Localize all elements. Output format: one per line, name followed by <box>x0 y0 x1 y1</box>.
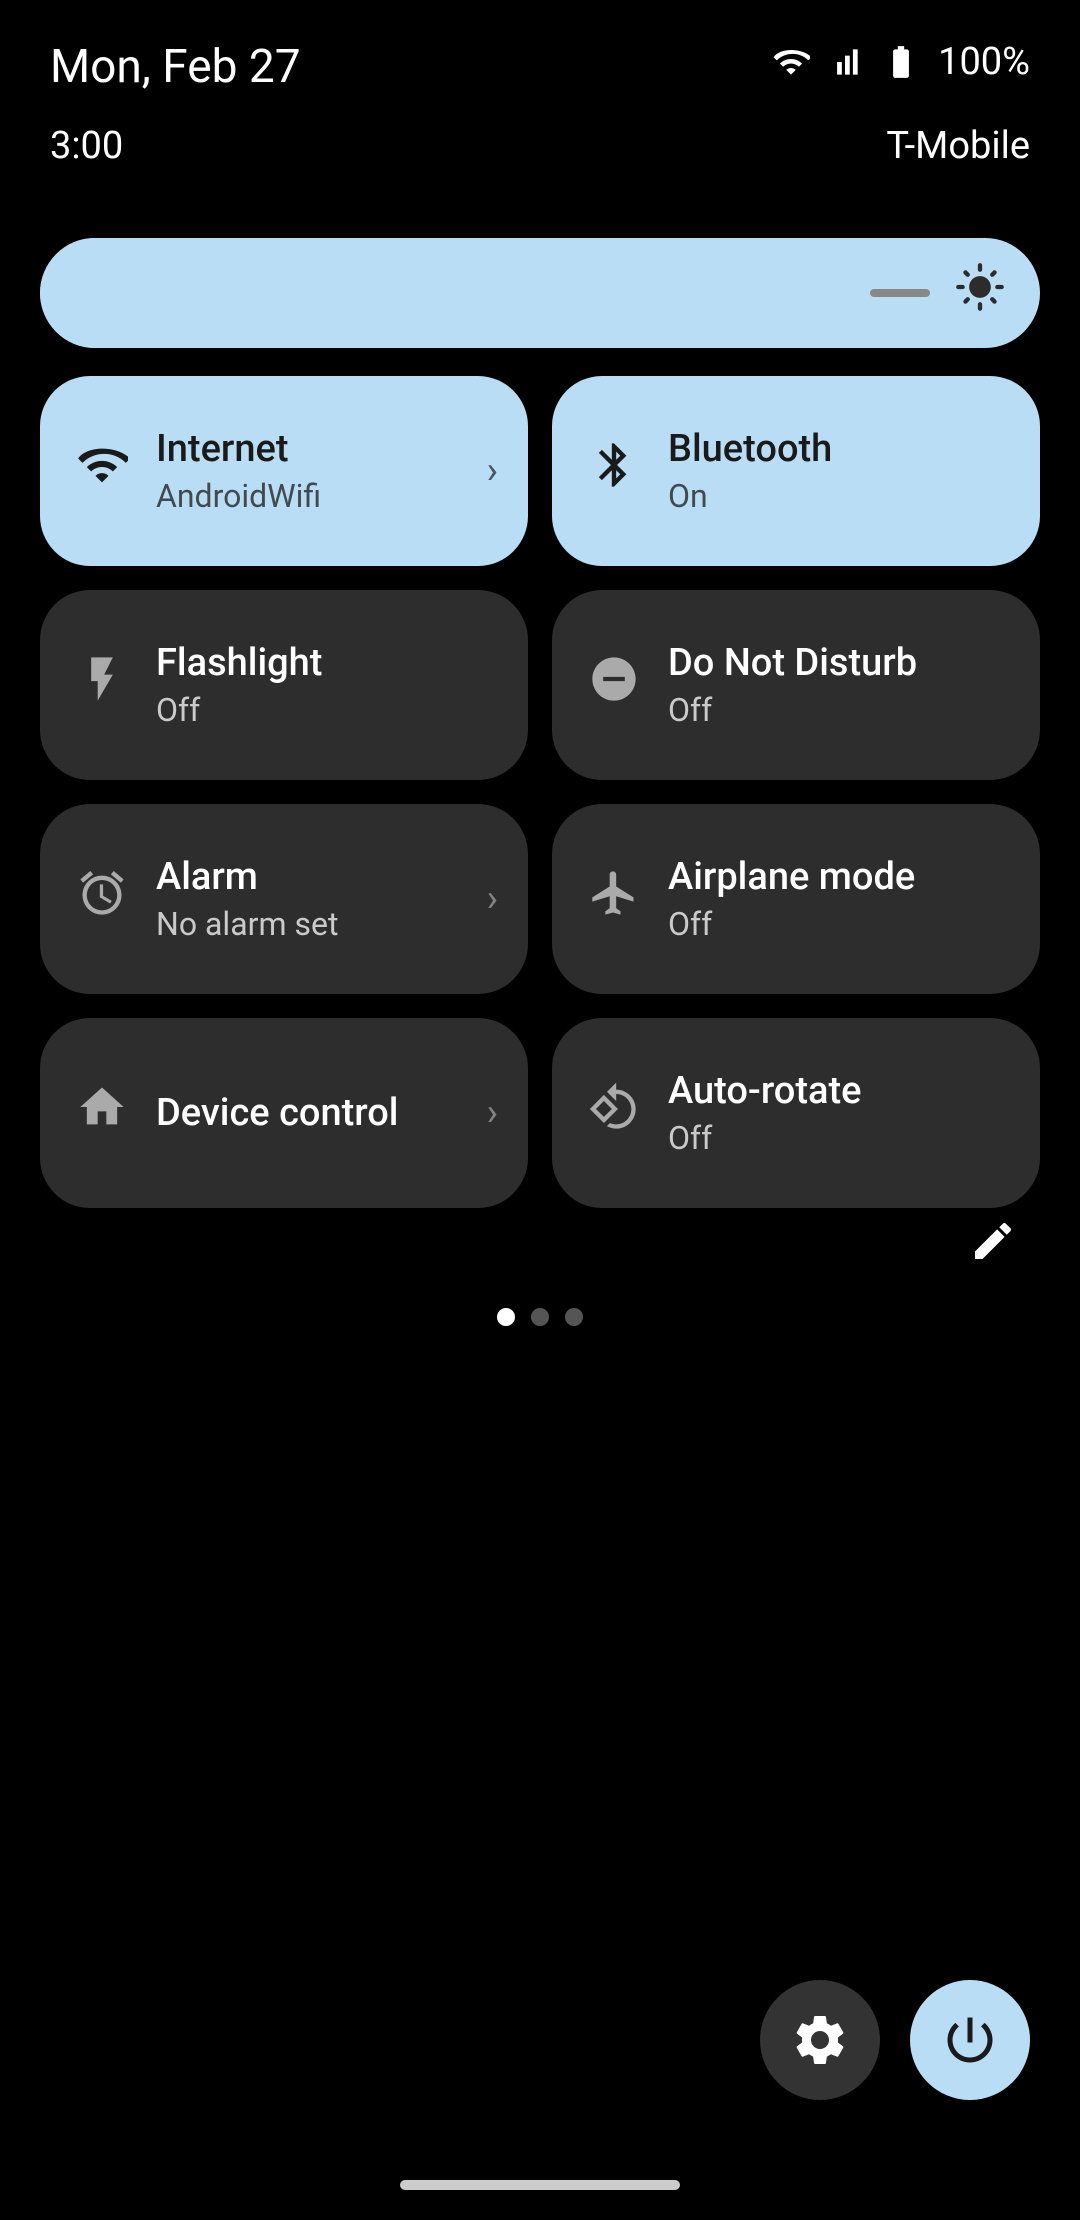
flashlight-title: Flashlight <box>156 641 322 685</box>
home-indicator[interactable] <box>400 2180 680 2190</box>
autorotate-tile[interactable]: Auto-rotate Off <box>552 1018 1040 1208</box>
bluetooth-tile-text: Bluetooth On <box>668 427 832 515</box>
quick-settings-panel: Internet AndroidWifi › Bluetooth On <box>0 238 1080 1326</box>
bluetooth-title: Bluetooth <box>668 427 832 471</box>
wifi-tile-icon <box>76 439 128 504</box>
alarm-tile[interactable]: Alarm No alarm set › <box>40 804 528 994</box>
bottom-buttons <box>760 1980 1030 2100</box>
internet-arrow: › <box>487 449 498 493</box>
dnd-tile-text: Do Not Disturb Off <box>668 641 917 729</box>
alarm-title: Alarm <box>156 855 338 899</box>
flashlight-tile-text: Flashlight Off <box>156 641 322 729</box>
device-tile-icon <box>76 1081 128 1146</box>
battery-icon <box>880 43 922 81</box>
page-dot-2[interactable] <box>531 1308 549 1326</box>
status-icons: 100% <box>772 40 1030 84</box>
device-control-tile[interactable]: Device control › <box>40 1018 528 1208</box>
device-arrow: › <box>487 1091 498 1135</box>
rotate-subtitle: Off <box>668 1119 861 1157</box>
internet-title: Internet <box>156 427 321 471</box>
brightness-track[interactable] <box>870 289 930 297</box>
page-dot-3[interactable] <box>565 1308 583 1326</box>
airplane-tile-text: Airplane mode Off <box>668 855 915 943</box>
tiles-grid: Internet AndroidWifi › Bluetooth On <box>40 376 1040 1208</box>
internet-subtitle: AndroidWifi <box>156 477 321 515</box>
flashlight-tile[interactable]: Flashlight Off <box>40 590 528 780</box>
carrier-name: T-Mobile <box>886 124 1030 168</box>
status-time: 3:00 <box>50 114 173 178</box>
brightness-slider[interactable] <box>40 238 1040 348</box>
bluetooth-tile[interactable]: Bluetooth On <box>552 376 1040 566</box>
airplane-title: Airplane mode <box>668 855 915 899</box>
signal-icon <box>826 43 864 81</box>
dnd-tile-icon <box>588 653 640 718</box>
alarm-tile-text: Alarm No alarm set <box>156 855 338 943</box>
alarm-subtitle: No alarm set <box>156 905 338 943</box>
power-button[interactable] <box>910 1980 1030 2100</box>
time-row: 3:00 T-Mobile <box>0 114 1080 238</box>
alarm-tile-icon <box>76 867 128 932</box>
page-indicators <box>497 1308 583 1326</box>
device-tile-text: Device control <box>156 1091 399 1135</box>
settings-button[interactable] <box>760 1980 880 2100</box>
battery-percentage: 100% <box>938 40 1030 84</box>
edit-button[interactable] <box>956 1204 1030 1278</box>
device-title: Device control <box>156 1091 399 1135</box>
rotate-tile-icon <box>588 1081 640 1146</box>
alarm-arrow: › <box>487 877 498 921</box>
wifi-icon <box>772 43 810 81</box>
internet-tile[interactable]: Internet AndroidWifi › <box>40 376 528 566</box>
dnd-tile[interactable]: Do Not Disturb Off <box>552 590 1040 780</box>
internet-tile-text: Internet AndroidWifi <box>156 427 321 515</box>
page-dot-1[interactable] <box>497 1308 515 1326</box>
flashlight-tile-icon <box>76 653 128 718</box>
status-date: Mon, Feb 27 <box>50 40 301 94</box>
status-bar: Mon, Feb 27 100% <box>0 0 1080 114</box>
dnd-subtitle: Off <box>668 691 917 729</box>
bluetooth-tile-icon <box>588 439 640 504</box>
brightness-fill <box>40 238 690 348</box>
airplane-subtitle: Off <box>668 905 915 943</box>
rotate-title: Auto-rotate <box>668 1069 861 1113</box>
dnd-title: Do Not Disturb <box>668 641 917 685</box>
bluetooth-subtitle: On <box>668 477 832 515</box>
airplane-tile[interactable]: Airplane mode Off <box>552 804 1040 994</box>
rotate-tile-text: Auto-rotate Off <box>668 1069 861 1157</box>
flashlight-subtitle: Off <box>156 691 322 729</box>
airplane-tile-icon <box>588 867 640 932</box>
brightness-icon <box>954 261 1006 326</box>
